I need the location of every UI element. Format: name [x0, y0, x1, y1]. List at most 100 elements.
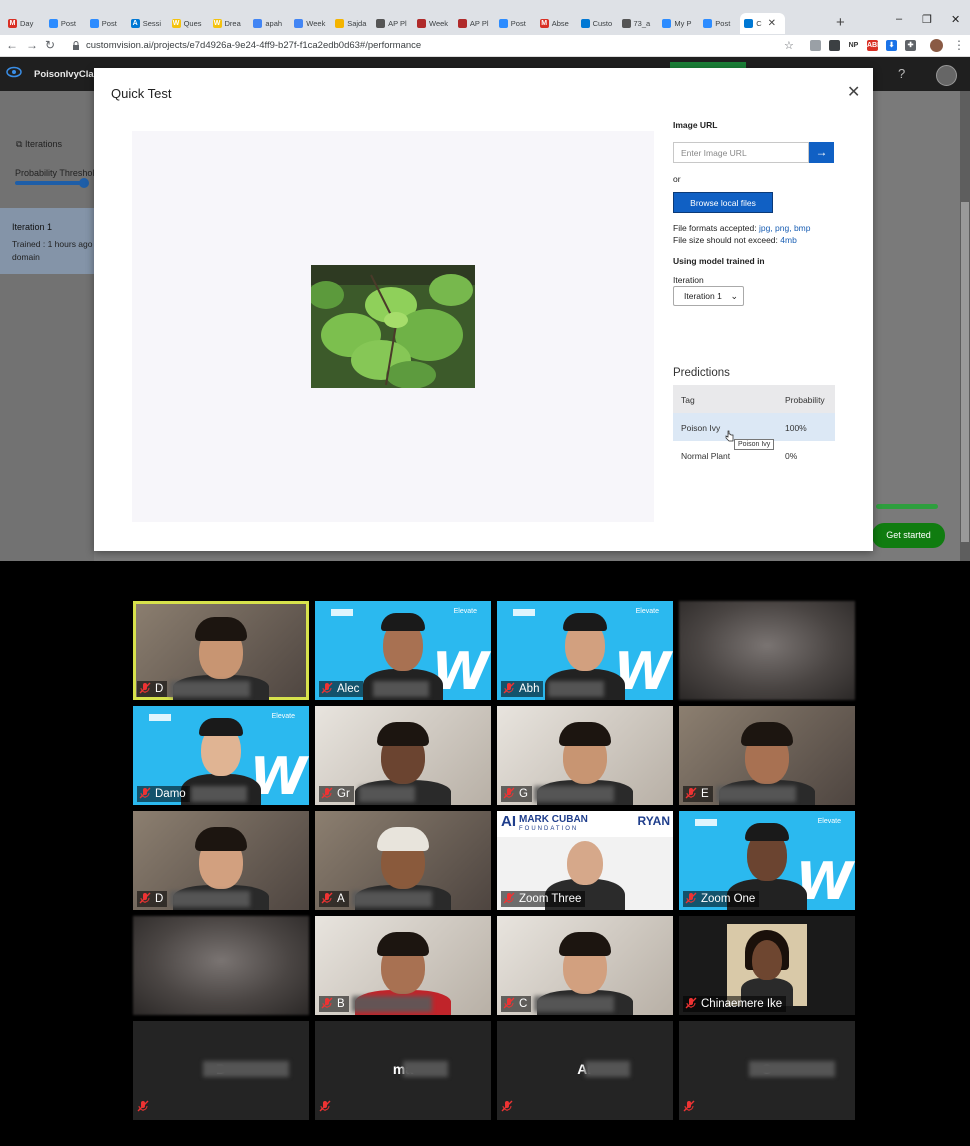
hand-cursor-icon [725, 430, 734, 442]
get-started-button[interactable]: Get started [872, 523, 945, 548]
participant-tile[interactable]: Elevate W Abh [497, 601, 673, 700]
probability-cell: 100% [785, 423, 807, 433]
browser-tab[interactable]: Post [45, 13, 86, 34]
slider-handle[interactable] [79, 178, 89, 188]
browser-tab[interactable]: AP Pl [372, 13, 413, 34]
kebab-menu-icon[interactable]: ⋮ [953, 38, 965, 52]
bookmark-star-icon[interactable]: ☆ [784, 39, 794, 52]
participant-tile[interactable]: AI MARK CUBAN FOUNDATION RYAN Zoom Three [497, 811, 673, 910]
browser-tab[interactable]: Week [413, 13, 454, 34]
tab-label: 73_a [633, 19, 651, 28]
participant-tile[interactable] [679, 601, 855, 700]
browser-tab[interactable]: Post [699, 13, 740, 34]
browser-tab[interactable]: My P [658, 13, 699, 34]
image-url-input[interactable] [673, 142, 809, 163]
browser-tab[interactable]: AP Pl [454, 13, 495, 34]
browser-tab[interactable]: Sajda [331, 13, 372, 34]
participant-tile[interactable]: C [497, 916, 673, 1015]
lock-icon [73, 41, 79, 50]
profile-avatar[interactable] [930, 39, 943, 52]
participant-tile[interactable]: G [497, 706, 673, 805]
scrollbar-thumb[interactable] [961, 202, 969, 542]
participant-name-label: Abh [501, 681, 544, 697]
close-icon[interactable]: ✕ [847, 82, 860, 102]
participant-tile[interactable]: O [679, 1021, 855, 1120]
user-avatar[interactable] [936, 65, 957, 86]
table-header: Tag Probability [673, 385, 835, 413]
tab-favicon-icon [662, 19, 672, 28]
ext-adblock-icon[interactable]: ABP [867, 40, 882, 51]
participant-tile[interactable]: Elevate W Alec [315, 601, 491, 700]
participant-tile[interactable]: Elevate W Zoom One [679, 811, 855, 910]
participant-tile[interactable]: D [133, 1021, 309, 1120]
participant-tile[interactable]: Gr [315, 706, 491, 805]
eye-icon [6, 66, 22, 78]
close-window-button[interactable]: ✕ [951, 13, 960, 26]
browser-tab[interactable]: 73_a [618, 13, 659, 34]
forward-icon[interactable]: → [26, 38, 38, 52]
iteration-select[interactable]: Iteration 1 ⌄ [673, 286, 744, 306]
participant-name-label: Zoom Three [501, 891, 586, 907]
reload-icon[interactable]: ↻ [45, 38, 55, 52]
ext-np-icon[interactable]: NP [848, 40, 859, 51]
url-field[interactable]: customvision.ai/projects/e7d4926a-9e24-4… [86, 40, 421, 51]
participant-name-label: D [137, 681, 168, 697]
participant-tile[interactable]: E [679, 706, 855, 805]
iteration-card[interactable]: Iteration 1 Trained : 1 hours ago domain [0, 208, 94, 274]
muted-mic-icon [321, 682, 337, 697]
iterations-link[interactable]: ⧉ Iterations [16, 139, 62, 150]
elevate-logo: Elevate [817, 818, 841, 825]
help-icon[interactable]: ? [898, 66, 905, 81]
browser-tab[interactable]: M Day [4, 13, 45, 34]
submit-url-button[interactable]: → [809, 142, 834, 163]
arrow-right-icon: → [815, 145, 828, 159]
maximize-button[interactable]: ❐ [922, 13, 932, 26]
ext-dark-icon[interactable] [829, 40, 840, 51]
elevate-logo: Elevate [453, 608, 477, 615]
muted-mic-icon [139, 682, 155, 697]
participant-tile[interactable]: D [133, 811, 309, 910]
back-icon[interactable]: ← [6, 38, 18, 52]
iteration-label: Iteration [673, 275, 704, 285]
browser-tab[interactable]: W Drea [209, 13, 250, 34]
participant-tile[interactable]: Elevate W Damo [133, 706, 309, 805]
browse-local-files-button[interactable]: Browse local files [673, 192, 773, 213]
muted-mic-icon [503, 997, 519, 1012]
participant-tile[interactable] [133, 916, 309, 1015]
browser-tab[interactable]: Post [495, 13, 536, 34]
participant-name-label: B [319, 996, 349, 1012]
probability-threshold-slider[interactable] [15, 181, 85, 185]
elevate-logo: Elevate [635, 608, 659, 615]
participant-tile[interactable]: Chinaemere Ike [679, 916, 855, 1015]
tab-favicon-icon: W [212, 19, 222, 28]
browser-tab[interactable]: Custo [577, 13, 618, 34]
browser-tab[interactable]: W Ques [168, 13, 209, 34]
participant-tile[interactable]: B [315, 916, 491, 1015]
foundation-text: FOUNDATION [519, 826, 579, 832]
browser-tab[interactable]: apah [249, 13, 290, 34]
predictions-title: Predictions [673, 367, 730, 379]
participant-name-label: Zoom One [683, 891, 760, 907]
tab-favicon-icon [48, 19, 58, 28]
participant-tile[interactable]: ma [315, 1021, 491, 1120]
ext-puzzle-icon[interactable]: ✚ [905, 40, 916, 51]
participant-tile[interactable]: A [315, 811, 491, 910]
muted-mic-icon [321, 787, 337, 802]
new-tab-button[interactable]: + [836, 14, 845, 31]
tab-label: apah [265, 19, 283, 28]
table-row[interactable]: Poison Ivy 100% [673, 413, 835, 441]
ext-download-icon[interactable]: ⬇ [886, 40, 897, 51]
tab-favicon-icon [89, 19, 99, 28]
participant-tile[interactable]: Ar [497, 1021, 673, 1120]
browser-tab[interactable]: Week [290, 13, 331, 34]
ext-gray-icon[interactable] [810, 40, 821, 51]
browser-tab[interactable]: M Abse [536, 13, 577, 34]
close-tab-icon[interactable]: ✕ [768, 18, 776, 29]
tab-label: Week [306, 19, 326, 28]
tab-label: Abse [551, 19, 569, 28]
browser-tab[interactable]: Post [86, 13, 127, 34]
browser-tab[interactable]: A Sessi [127, 13, 168, 34]
minimize-button[interactable]: – [896, 13, 902, 25]
browser-tab[interactable]: C ✕ [740, 13, 786, 34]
participant-tile[interactable]: D [133, 601, 309, 700]
